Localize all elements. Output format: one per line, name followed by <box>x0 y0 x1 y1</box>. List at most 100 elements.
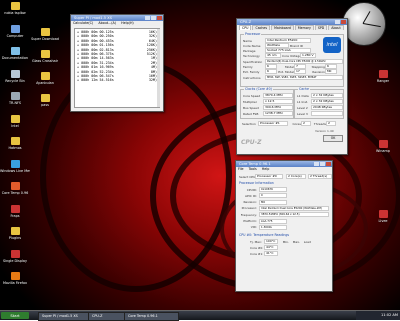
desktop-icon[interactable]: Super Download <box>30 28 60 50</box>
clock-hour-hand <box>362 11 371 24</box>
desktop-icon-label: Glass Crosshair <box>31 59 59 63</box>
desktop-icon-label: Single Display <box>3 258 27 263</box>
desktop-icon-label: Windows Live Messenger <box>0 168 30 173</box>
desktop-icon-label: TR-NFS <box>8 101 22 105</box>
tj-max: Tj. Max: 100°C Min. Max. Load <box>250 239 311 244</box>
desktop-icon[interactable]: Ranger <box>368 70 398 92</box>
system-tray: 11:02 AM <box>356 311 400 320</box>
close-button[interactable] <box>326 162 331 166</box>
temp-icon <box>10 182 20 190</box>
cpuz-title: CPU-Z <box>240 20 252 24</box>
coretemp-info-row: APIC ID: 0 <box>239 193 287 199</box>
menu-tools[interactable]: Tools <box>249 167 257 171</box>
desktop-icon-label: Ranger <box>376 79 390 83</box>
menu-about[interactable]: About...(A) <box>98 21 116 25</box>
tab-spd[interactable]: SPD <box>314 25 328 30</box>
desktop-icon-label: pass <box>41 103 49 107</box>
cpu-ext-family: Ext. Family 6 Ext. Model 17 Revision M0 <box>243 69 337 74</box>
close-button[interactable] <box>157 16 162 20</box>
minimize-button[interactable] <box>335 20 340 24</box>
desktop-icon[interactable]: pass <box>30 94 60 116</box>
menu-calculate[interactable]: Calculate(C) <box>73 21 93 25</box>
coretemp-info-row: Processor: Intel Pentium Dual Core E5200 … <box>239 205 329 211</box>
superpi-scrollbar[interactable] <box>157 29 160 107</box>
desktop-icon[interactable]: Glass Crosshair <box>30 50 60 72</box>
desktop-icon[interactable]: Plugins <box>0 227 30 249</box>
tab-memory[interactable]: Memory <box>294 25 314 30</box>
clocks-group-title: Clocks (Core #0) <box>244 87 273 91</box>
cpuz-footer-brand: CPU-Z <box>241 139 262 146</box>
start-button[interactable]: Start <box>1 312 29 319</box>
desktop-icon[interactable]: Core Temp 0.96 <box>0 182 30 204</box>
tab-mainboard[interactable]: Mainboard <box>271 25 294 30</box>
coretemp-title: Core Temp 0.96.1 <box>239 162 271 166</box>
desktop-icon[interactable]: Recycle Bin <box>0 69 30 92</box>
core1-temp: Core #1: 41°C <box>250 251 278 256</box>
desktop-icon[interactable]: Windows Live Messenger <box>0 159 30 182</box>
folder-icon <box>40 72 50 80</box>
cpuz-tabs: CPU Caches Mainboard Memory SPD About <box>237 25 347 30</box>
desktop-icon[interactable]: Fraps <box>0 204 30 227</box>
cpuz-titlebar[interactable]: CPU-Z <box>237 19 347 25</box>
taskbar: Start Super PI / mod1.5 XS CPU-Z Core Te… <box>0 310 400 321</box>
close-button[interactable] <box>341 20 346 24</box>
cpu-select[interactable]: Processor #0 <box>255 174 283 179</box>
clock-gadget[interactable] <box>342 2 386 46</box>
desktop-icon[interactable]: nokia tsplbw <box>0 2 30 24</box>
desktop-icon[interactable]: Intel <box>0 114 30 137</box>
cache-group-title: Cache <box>298 87 310 91</box>
desktop-icon-label: Livee <box>378 219 388 223</box>
menu-help[interactable]: Help(H) <box>121 21 134 25</box>
desktop-icon-label: Fraps <box>10 213 20 218</box>
desktop-icon-label: Ayanbulan <box>36 81 54 85</box>
core-speed: Core Speed 3870.4 MHz <box>243 93 293 98</box>
minimize-button[interactable] <box>314 162 319 166</box>
desktop-icon-label: Documentation <box>1 56 29 60</box>
menu-help[interactable]: Help <box>262 167 270 171</box>
superpi-window[interactable]: Super PI / mod1.5 XS Calculate(C) About.… <box>70 14 164 112</box>
core0-temp: Core #0: 44°C <box>250 245 278 250</box>
bin-icon <box>10 69 20 78</box>
superpi-results: + 000h 00m 00.125s 16K) + 000h 00m 00.250s… <box>74 28 160 108</box>
desktop-icon[interactable]: Documentation <box>0 47 30 69</box>
intel-logo: intel <box>323 37 341 53</box>
coretemp-window[interactable]: Core Temp 0.96.1 File Tools Help Select … <box>235 160 333 292</box>
tab-caches[interactable]: Caches <box>252 25 271 30</box>
app-icon <box>10 249 20 258</box>
desktop-icon-label: Computer <box>6 33 24 38</box>
tab-cpu[interactable]: CPU <box>239 25 252 30</box>
maximize-button[interactable] <box>320 162 325 166</box>
folder-icon <box>40 50 50 58</box>
desktop-icon-label: Hatmos <box>8 146 22 150</box>
desktop-icon[interactable]: Single Display <box>0 249 30 272</box>
coretemp-info-row: Frequency: 3870.51MHz (309.64 x 12.5) <box>239 212 329 218</box>
minimize-button[interactable] <box>145 16 150 20</box>
tray-clock[interactable]: 11:02 AM <box>381 313 398 317</box>
menu-file[interactable]: File <box>238 167 244 171</box>
browser-icon <box>10 272 20 280</box>
network-icon <box>10 47 20 55</box>
desktop-icon[interactable]: Livee <box>368 210 398 232</box>
coretemp-titlebar[interactable]: Core Temp 0.96.1 <box>236 161 332 167</box>
folder-icon <box>10 114 20 123</box>
cpu-technology: Technology 45 nm Core Voltage1.280 V <box>243 53 316 58</box>
coretemp-info-row: Platform: LGA 775 <box>239 218 287 224</box>
processor-select[interactable]: Processor #1 <box>258 121 288 126</box>
app-icon <box>10 204 20 213</box>
desktop-icon[interactable]: Winamp <box>368 140 398 162</box>
temp-heading: CPU #0: Temperature Readings <box>239 233 290 237</box>
desktop-icon[interactable]: TR-NFS <box>0 92 30 114</box>
desktop-icon[interactable]: Ayanbulan <box>30 72 60 94</box>
desktop-icon[interactable]: Mozilla Firefox <box>0 272 30 294</box>
chat-icon <box>10 159 20 168</box>
tab-about[interactable]: About <box>328 25 344 30</box>
superpi-result-row: + 000h 12m 54.516s 32M) <box>77 78 157 83</box>
cache-group: Cache L1 Data 2 x 32 KBytes L1 Inst. 2 x 3… <box>294 87 344 119</box>
desktop-icon[interactable]: Computer <box>0 24 30 47</box>
desktop-icon[interactable]: Hatmos <box>0 137 30 159</box>
maximize-button[interactable] <box>151 16 156 20</box>
cpuz-window[interactable]: CPU-Z CPU Caches Mainboard Memory SPD Ab… <box>236 18 348 155</box>
superpi-titlebar[interactable]: Super PI / mod1.5 XS <box>71 15 163 21</box>
superpi-title: Super PI / mod1.5 XS <box>74 16 112 20</box>
ok-button[interactable]: OK <box>323 135 343 142</box>
